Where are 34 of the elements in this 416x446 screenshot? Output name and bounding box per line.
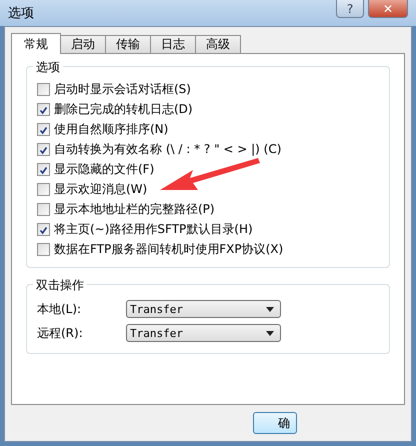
dropdown[interactable]: Transfer	[126, 300, 281, 318]
checkbox-label: 显示欢迎消息(W)	[54, 180, 148, 198]
checkbox[interactable]	[37, 242, 50, 256]
caret-icon	[266, 306, 274, 312]
checkbox[interactable]	[37, 122, 50, 136]
checkbox[interactable]	[37, 202, 50, 216]
tab[interactable]: 常规	[11, 33, 61, 54]
caret-icon	[266, 330, 274, 336]
checkbox-label: 将主页(~)路径用作SFTP默认目录(H)	[54, 220, 253, 238]
checkbox[interactable]	[37, 82, 50, 96]
help-button[interactable]: ?	[336, 0, 364, 18]
window-title: 选项	[8, 5, 34, 22]
checkbox[interactable]	[37, 162, 50, 176]
dialog-button[interactable]: 确	[253, 412, 297, 434]
group-title: 选项	[33, 59, 63, 76]
checkbox-label: 显示本地地址栏的完整路径(P)	[54, 200, 215, 218]
checkbox-label: 显示隐藏的文件(F)	[54, 160, 154, 178]
checkbox-label: 删除已完成的转机日志(D)	[54, 100, 193, 118]
checkbox[interactable]	[37, 182, 50, 196]
field-label: 本地(L):	[37, 300, 82, 318]
group-title: 双击操作	[33, 277, 87, 294]
checkbox-label: 启动时显示会话对话框(S)	[54, 80, 191, 98]
field-label: 远程(R):	[37, 324, 84, 342]
dropdown[interactable]: Transfer	[126, 324, 281, 342]
tab[interactable]: 传输	[105, 35, 151, 53]
tab[interactable]: 启动	[60, 35, 106, 53]
checkbox[interactable]	[37, 222, 50, 236]
tab[interactable]: 日志	[150, 35, 196, 53]
checkbox-label: 数据在FTP服务器间转机时使用FXP协议(X)	[54, 240, 284, 258]
checkbox[interactable]	[37, 142, 50, 156]
tab[interactable]: 高级	[195, 35, 241, 53]
checkbox[interactable]	[37, 102, 50, 116]
checkbox-label: 使用自然顺序排序(N)	[54, 120, 168, 138]
checkbox-label: 自动转换为有效名称 (\ / : * ? " < > |) (C)	[54, 140, 282, 158]
